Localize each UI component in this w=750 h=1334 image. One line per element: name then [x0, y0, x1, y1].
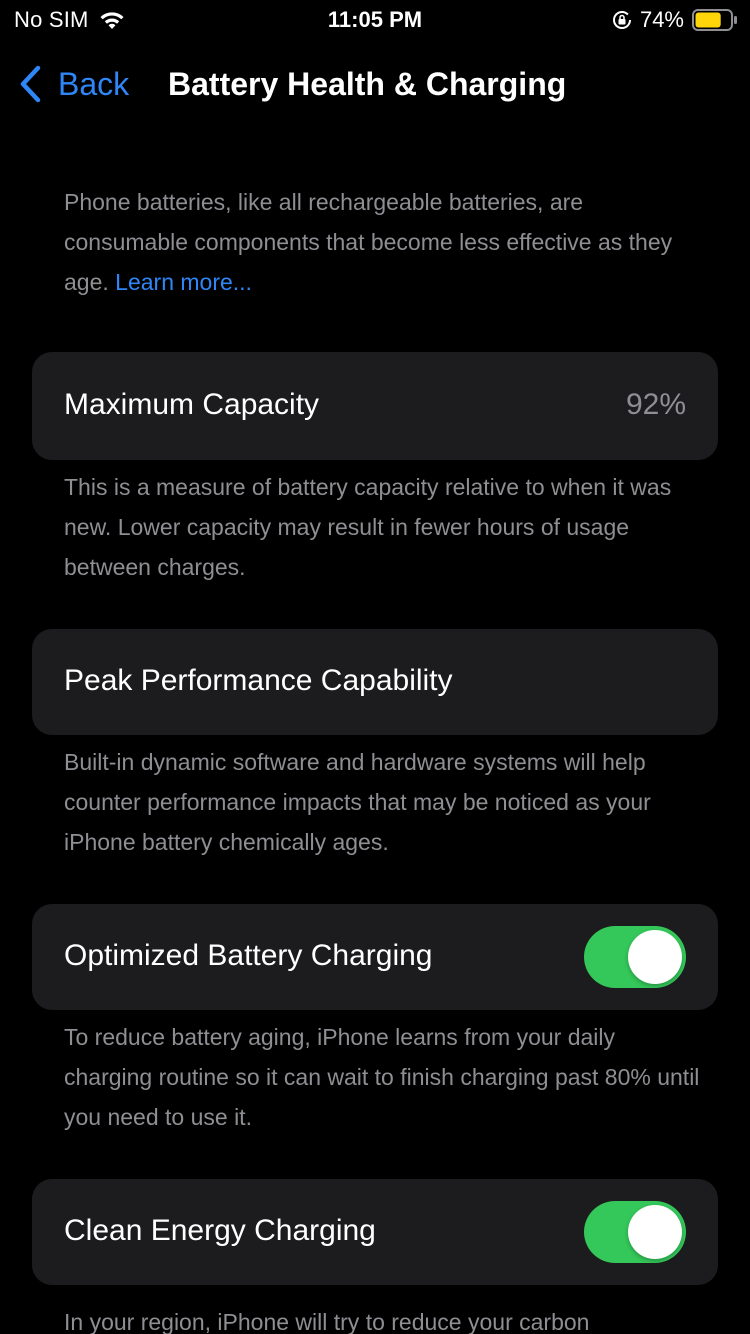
- maximum-capacity-value: 92%: [625, 388, 686, 421]
- back-button[interactable]: Back: [18, 64, 129, 104]
- peak-performance-row: Peak Performance Capability: [32, 629, 718, 735]
- status-right: 74%: [612, 7, 738, 33]
- battery-percent: 74%: [639, 7, 684, 32]
- intro-text: Phone batteries, like all rechargeable b…: [64, 182, 694, 302]
- clean-energy-toggle[interactable]: [584, 1201, 686, 1263]
- navigation-bar: Back Battery Health & Charging: [0, 60, 750, 110]
- page-title: Battery Health & Charging: [168, 66, 567, 102]
- optimized-charging-toggle[interactable]: [584, 926, 686, 988]
- learn-more-link[interactable]: Learn more...: [115, 269, 252, 295]
- optimized-charging-label: Optimized Battery Charging: [64, 939, 433, 972]
- peak-performance-label: Peak Performance Capability: [64, 664, 453, 697]
- optimized-charging-row: Optimized Battery Charging: [32, 904, 718, 1010]
- peak-performance-footnote: Built-in dynamic software and hardware s…: [64, 749, 651, 855]
- back-label: Back: [58, 65, 130, 102]
- orientation-lock-icon: [612, 11, 631, 29]
- maximum-capacity-footnote: This is a measure of battery capacity re…: [64, 474, 672, 580]
- toggle-knob: [628, 1205, 682, 1259]
- clean-energy-label: Clean Energy Charging: [64, 1214, 376, 1247]
- toggle-knob: [628, 930, 682, 984]
- chevron-left-icon: [20, 65, 41, 103]
- status-bar: No SIM 11:05 PM 74%: [0, 0, 750, 40]
- maximum-capacity-row: Maximum Capacity 92%: [32, 352, 718, 460]
- clean-energy-row: Clean Energy Charging: [32, 1179, 718, 1285]
- battery-health-screen: No SIM 11:05 PM 74% Back Battery Health …: [0, 0, 750, 1334]
- battery-fill: [695, 12, 721, 28]
- battery-icon: [692, 9, 737, 31]
- optimized-charging-footnote: To reduce battery aging, iPhone learns f…: [64, 1024, 700, 1130]
- clean-energy-footnote: In your region, iPhone will try to reduc…: [64, 1309, 590, 1334]
- maximum-capacity-label: Maximum Capacity: [64, 388, 320, 421]
